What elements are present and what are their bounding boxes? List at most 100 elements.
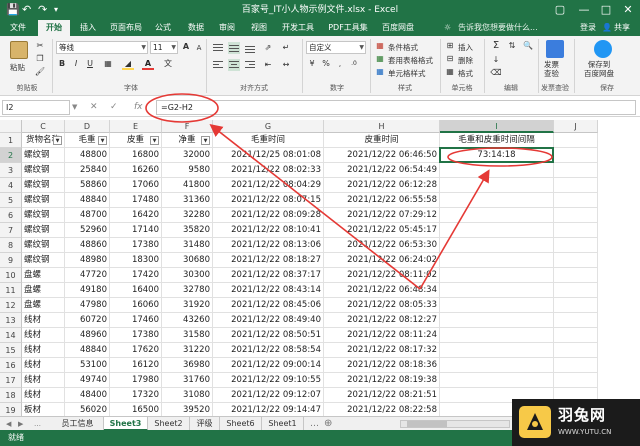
table-cell[interactable]: 48960 <box>65 328 110 343</box>
table-cell[interactable]: 盘螺 <box>22 283 65 298</box>
filter-dropdown-icon[interactable]: ▼ <box>98 136 107 145</box>
bold-icon[interactable]: B <box>56 58 68 70</box>
table-cell[interactable] <box>554 283 598 298</box>
sheet-tab[interactable]: 员工信息 <box>52 417 104 431</box>
header-cell[interactable]: 皮重时间 <box>324 133 440 148</box>
column-header-c[interactable]: C <box>22 120 65 133</box>
table-cell[interactable]: 30300 <box>162 268 213 283</box>
italic-icon[interactable]: I <box>70 58 82 70</box>
font-name-select[interactable]: 等线 ▼ <box>56 41 148 54</box>
invoice-check-button[interactable]: 发票 查验 <box>544 60 559 78</box>
table-cell[interactable]: 2021/12/22 08:10:41 <box>213 223 324 238</box>
table-cell[interactable]: 线材 <box>22 343 65 358</box>
tab-file[interactable]: 文件 <box>4 20 32 36</box>
tab-data[interactable]: 数据 <box>182 20 210 36</box>
table-cell[interactable]: 2021/12/22 08:18:27 <box>213 253 324 268</box>
table-cell[interactable]: 螺纹钢 <box>22 148 65 163</box>
font-size-select[interactable]: 11 ▼ <box>150 41 178 54</box>
share-button[interactable]: 共享 <box>614 20 630 36</box>
table-cell[interactable]: 17140 <box>110 223 162 238</box>
row-header[interactable]: 6 <box>0 208 22 223</box>
number-format-select[interactable]: 自定义 ▼ <box>306 41 366 54</box>
tab-view[interactable]: 视图 <box>246 20 272 36</box>
scrollbar-thumb[interactable] <box>407 421 447 427</box>
table-cell[interactable]: 螺纹钢 <box>22 193 65 208</box>
header-cell[interactable] <box>554 133 598 148</box>
formula-input[interactable]: =G2-H2 <box>156 100 636 115</box>
table-cell[interactable]: 2021/12/22 06:53:30 <box>324 238 440 253</box>
minimize-icon[interactable]: — <box>572 0 596 20</box>
table-cell[interactable] <box>440 178 554 193</box>
tell-me-search[interactable]: 告诉我您想要做什么... <box>458 20 538 36</box>
login-link[interactable]: 登录 <box>580 20 596 36</box>
table-cell[interactable]: 17460 <box>110 313 162 328</box>
increase-font-icon[interactable]: A <box>180 41 192 53</box>
row-header[interactable]: 4 <box>0 178 22 193</box>
row-header[interactable]: 10 <box>0 268 22 283</box>
table-cell[interactable]: 17380 <box>110 328 162 343</box>
row-header[interactable]: 7 <box>0 223 22 238</box>
table-cell[interactable] <box>554 373 598 388</box>
table-cell[interactable]: 线材 <box>22 313 65 328</box>
table-cell[interactable]: 2021/12/22 08:05:33 <box>324 298 440 313</box>
tab-review[interactable]: 审阅 <box>214 20 240 36</box>
table-cell[interactable] <box>554 268 598 283</box>
table-cell[interactable]: 2021/12/22 06:48:34 <box>324 283 440 298</box>
align-center-icon[interactable] <box>228 59 240 71</box>
table-cell[interactable]: 30680 <box>162 253 213 268</box>
table-cell[interactable]: 2021/12/22 08:11:24 <box>324 328 440 343</box>
border-icon[interactable]: ▦ <box>102 58 114 70</box>
maximize-icon[interactable]: □ <box>594 0 618 20</box>
insert-cells-icon[interactable]: ⊞ <box>444 40 456 52</box>
table-cell[interactable]: 线材 <box>22 373 65 388</box>
table-cell[interactable]: 2021/12/22 09:14:47 <box>213 403 324 416</box>
column-header-i[interactable]: I <box>440 120 554 133</box>
column-header-g[interactable]: G <box>213 120 324 133</box>
find-select-icon[interactable]: 🔍 <box>522 40 534 52</box>
column-header-j[interactable]: J <box>554 120 598 133</box>
function-icon[interactable]: fx <box>134 100 143 115</box>
table-cell[interactable] <box>440 283 554 298</box>
table-cell[interactable]: 48400 <box>65 388 110 403</box>
table-cell[interactable]: 17060 <box>110 178 162 193</box>
table-cell[interactable]: 47720 <box>65 268 110 283</box>
comma-style-icon[interactable]: , <box>334 58 346 70</box>
table-cell[interactable] <box>554 238 598 253</box>
table-cell[interactable]: 螺纹钢 <box>22 178 65 193</box>
table-cell[interactable] <box>554 328 598 343</box>
table-cell[interactable]: 16120 <box>110 358 162 373</box>
table-cell[interactable] <box>554 253 598 268</box>
table-cell[interactable]: 2021/12/22 08:21:51 <box>324 388 440 403</box>
table-cell[interactable] <box>440 163 554 178</box>
cell-styles-icon[interactable]: ▦ <box>374 66 386 78</box>
autosum-icon[interactable]: Σ <box>490 40 502 52</box>
align-top-icon[interactable] <box>212 42 224 54</box>
table-cell[interactable]: 2021/12/22 08:37:17 <box>213 268 324 283</box>
table-cell[interactable] <box>554 298 598 313</box>
table-cell[interactable]: 16400 <box>110 283 162 298</box>
filter-dropdown-icon[interactable]: ▼ <box>201 136 210 145</box>
row-header[interactable]: 1 <box>0 133 22 148</box>
table-cell[interactable]: 31760 <box>162 373 213 388</box>
table-cell[interactable]: 48800 <box>65 148 110 163</box>
align-middle-icon[interactable] <box>228 42 240 54</box>
format-as-table-icon[interactable]: ▦ <box>374 53 386 65</box>
spreadsheet-grid[interactable]: CDEFGHIJ 1 货物名称 ▼ 毛重 ▼ 皮重 ▼ 净重 ▼ 毛重时间 皮重时间 毛重和皮重时间间… <box>0 120 640 416</box>
table-cell[interactable]: 52960 <box>65 223 110 238</box>
align-right-icon[interactable] <box>244 59 256 71</box>
cancel-icon[interactable]: ✕ <box>90 100 98 115</box>
name-box[interactable]: I2 <box>2 100 70 115</box>
table-cell[interactable]: 2021/12/22 08:13:06 <box>213 238 324 253</box>
table-cell[interactable] <box>440 298 554 313</box>
table-cell[interactable]: 16800 <box>110 148 162 163</box>
select-all-corner[interactable] <box>0 120 22 133</box>
table-cell[interactable]: 31360 <box>162 193 213 208</box>
wrap-text-icon[interactable]: ↵ <box>280 42 292 54</box>
orientation-icon[interactable]: ⇗ <box>262 42 274 54</box>
indent-icon[interactable]: ⇤ <box>262 59 274 71</box>
table-cell[interactable]: 16060 <box>110 298 162 313</box>
table-cell[interactable]: 31220 <box>162 343 213 358</box>
paste-button[interactable]: 粘贴 <box>10 62 25 73</box>
insert-cells-button[interactable]: 插入 <box>458 42 473 53</box>
table-cell[interactable]: 线材 <box>22 328 65 343</box>
